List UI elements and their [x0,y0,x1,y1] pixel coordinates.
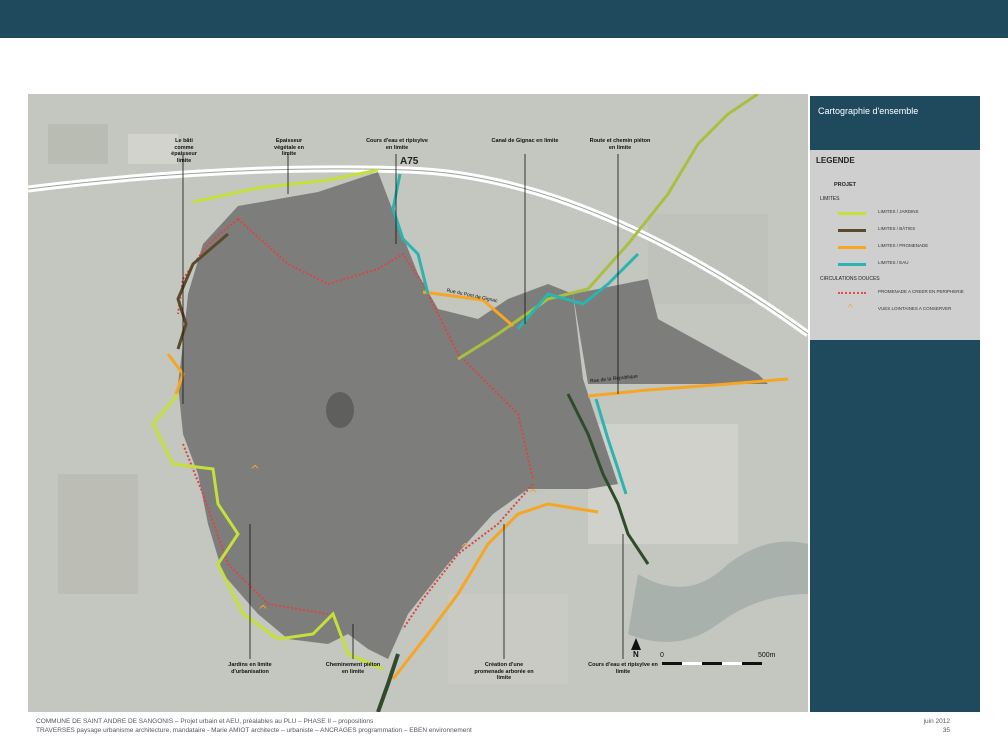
annotation-canal: Canal de Gignac en limite [491,138,559,144]
panel-title: Cartographie d'ensemble [818,106,919,116]
highway-label: A75 [400,156,419,167]
annotation-jardins: Jardins en limite d'urbanisation [228,662,272,675]
legend-title: LEGENDE [816,156,855,165]
legend-label: LIMITES / BÂTIES [878,226,916,231]
legend-circulations: CIRCULATIONS DOUCES [820,276,880,282]
annotation-bati: Le bâti comme épaisseur limite [171,138,197,164]
north-arrow-icon: N [633,650,639,659]
scale-start-label: 0 [660,652,664,659]
legend-label: LIMITES / PROMENADE [878,243,929,248]
legend-projet: PROJET [834,182,857,188]
chevron-icon: ^ [848,303,853,314]
legend-item-promenade-peripherie: PROMENADE A CREER EN PERIPHERIE [838,288,978,298]
svg-text:^: ^ [250,463,260,477]
footer-date: juin 2012 [923,718,950,725]
legend-swatch [838,212,866,215]
legend-swatch [838,229,866,232]
legend-label: LIMITES / JARDINS [878,209,919,214]
legend-swatch [838,246,866,249]
footer-left: COMMUNE DE SAINT ANDRE DE SANGONIS – Pro… [36,717,472,735]
legend: LEGENDE PROJET LIMITES LIMITES / JARDINS… [810,150,980,340]
legend-item-vues-lointaines: ^ VUES LOINTAINES A CONSERVER [838,303,978,315]
map-canvas: ^ ^ ^ ^ [28,94,808,712]
annotation-cheminement: Cheminement piéton en limite [325,662,381,675]
map-view[interactable]: ^ ^ ^ ^ Le bâti comme épaisseur limite E… [28,94,808,712]
header-bar [0,0,1008,38]
legend-label: PROMENADE A CREER EN PERIPHERIE [878,289,964,294]
legend-label: VUES LOINTAINES A CONSERVER [878,306,952,311]
footer-line-1: COMMUNE DE SAINT ANDRE DE SANGONIS – Pro… [36,718,374,725]
legend-item-baties: LIMITES / BÂTIES [838,225,978,235]
legend-item-jardins: LIMITES / JARDINS [838,208,978,218]
annotation-promenade: Création d'une promenade arborée en limi… [474,662,534,681]
svg-text:^: ^ [460,541,470,555]
legend-item-eau: LIMITES / EAU [838,259,978,269]
legend-swatch [838,292,866,294]
footer-line-2: TRAVERSES paysage urbanisme architecture… [36,727,472,734]
legend-item-promenade: LIMITES / PROMENADE [838,242,978,252]
legend-swatch [838,263,866,266]
annotation-route: Route et chemin piéton en limite [589,138,651,151]
svg-text:^: ^ [528,487,538,501]
page-number: 35 [942,727,950,734]
svg-text:^: ^ [258,603,268,617]
footer-right: juin 2012 35 [900,717,950,735]
legend-label: LIMITES / EAU [878,260,909,265]
annotation-cours-eau-bas: Cours d'eau et ripisylve en limite [588,662,658,675]
side-panel: Cartographie d'ensemble LEGENDE PROJET L… [810,96,980,712]
scale-end-label: 500m [758,652,776,659]
annotation-cours-eau: Cours d'eau et ripisylve en limite [366,138,428,151]
legend-limites: LIMITES [820,196,840,202]
annotation-vegetale: Epaisseur végétale en limite [274,138,304,157]
scale-bar [662,662,762,665]
